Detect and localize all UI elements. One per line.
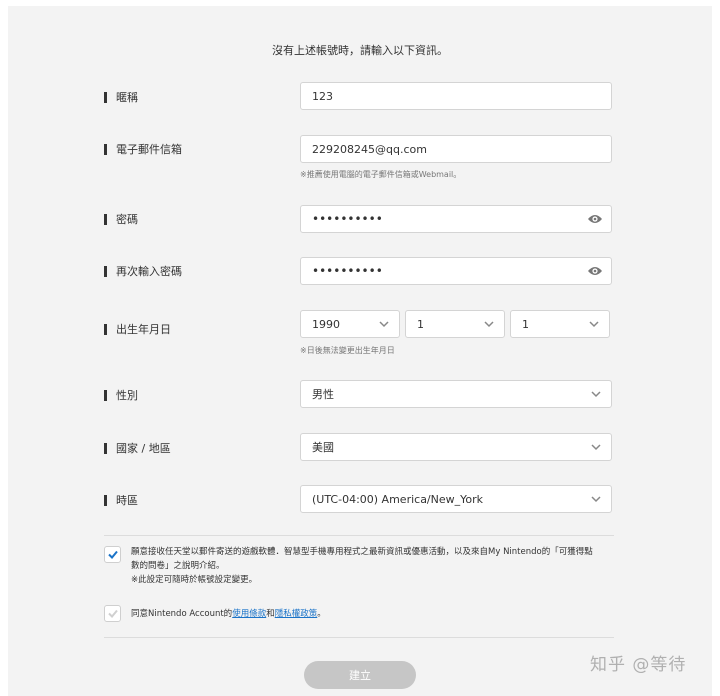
timezone-label-text: 時區 (116, 494, 138, 507)
terms-suffix: 。 (317, 609, 326, 619)
password-confirm-label: 再次輸入密碼 (104, 264, 182, 278)
birth-day-value: 1 (522, 317, 529, 331)
nickname-label-text: 暱稱 (116, 91, 138, 104)
label-bar (104, 265, 107, 277)
terms-prefix: 同意Nintendo Account的 (131, 609, 233, 619)
birthday-label: 出生年月日 (104, 322, 171, 336)
intro-text: 沒有上述帳號時，請輸入以下資訊。 (272, 44, 448, 57)
privacy-policy-link[interactable]: 隱私權政策 (275, 609, 318, 619)
password-input[interactable]: •••••••••• (300, 205, 612, 233)
password-confirm-value: •••••••••• (312, 264, 383, 278)
chevron-down-icon (379, 321, 389, 328)
checkmark-icon (108, 609, 118, 618)
nickname-input[interactable]: 123 (300, 82, 612, 110)
nickname-value: 123 (312, 89, 333, 103)
email-hint: ※推薦使用電腦的電子郵件信箱或Webmail。 (300, 170, 462, 179)
country-value: 美國 (312, 441, 334, 454)
newsletter-checkbox[interactable] (104, 546, 121, 563)
terms-consent-text: 同意Nintendo Account的使用條款和隱私權政策。 (131, 607, 616, 621)
divider (104, 637, 614, 638)
email-value: 229208245@qq.com (312, 142, 427, 156)
birth-month-select[interactable]: 1 (405, 310, 505, 338)
create-button[interactable]: 建立 (304, 661, 416, 689)
password-label-text: 密碼 (116, 213, 138, 226)
checkmark-icon (108, 550, 118, 559)
newsletter-note: ※此設定可隨時於帳號設定變更。 (131, 575, 258, 585)
birth-month-value: 1 (417, 317, 424, 331)
eye-icon[interactable] (587, 265, 603, 277)
newsletter-line1: 願意接收任天堂以郵件寄送的遊戲軟體．智慧型手機專用程式之最新資訊或優惠活動，以及… (131, 547, 593, 557)
timezone-value: (UTC-04:00) America/New_York (312, 492, 484, 506)
country-label-text: 國家 / 地區 (116, 442, 171, 455)
label-bar (104, 91, 107, 103)
divider (104, 535, 614, 536)
chevron-down-icon (484, 321, 494, 328)
label-bar (104, 494, 107, 506)
newsletter-line2: 數的問卷」之說明介紹。 (131, 561, 225, 571)
password-value: •••••••••• (312, 212, 383, 226)
terms-mid: 和 (266, 609, 275, 619)
birthday-hint: ※日後無法變更出生年月日 (300, 346, 395, 355)
country-label: 國家 / 地區 (104, 441, 171, 455)
label-bar (104, 213, 107, 225)
password-confirm-label-text: 再次輸入密碼 (116, 265, 182, 278)
country-select[interactable]: 美國 (300, 433, 612, 461)
timezone-label: 時區 (104, 493, 138, 507)
chevron-down-icon (591, 391, 601, 398)
birth-year-select[interactable]: 1990 (300, 310, 400, 338)
email-input[interactable]: 229208245@qq.com (300, 135, 612, 163)
label-bar (104, 143, 107, 155)
chevron-down-icon (591, 496, 601, 503)
label-bar (104, 389, 107, 401)
chevron-down-icon (589, 321, 599, 328)
birthday-label-text: 出生年月日 (116, 323, 171, 336)
birth-day-select[interactable]: 1 (510, 310, 610, 338)
eye-icon[interactable] (587, 213, 603, 225)
chevron-down-icon (591, 444, 601, 451)
gender-label-text: 性別 (116, 389, 138, 402)
password-confirm-input[interactable]: •••••••••• (300, 257, 612, 285)
gender-select[interactable]: 男性 (300, 380, 612, 408)
nickname-label: 暱稱 (104, 90, 138, 104)
watermark: 知乎 @等待 (590, 655, 687, 675)
email-label-text: 電子郵件信箱 (116, 143, 182, 156)
newsletter-consent-text: 願意接收任天堂以郵件寄送的遊戲軟體．智慧型手機專用程式之最新資訊或優惠活動，以及… (131, 545, 616, 587)
terms-checkbox[interactable] (104, 605, 121, 622)
label-bar (104, 442, 107, 454)
gender-value: 男性 (312, 388, 334, 401)
label-bar (104, 323, 107, 335)
password-label: 密碼 (104, 212, 138, 226)
timezone-select[interactable]: (UTC-04:00) America/New_York (300, 485, 612, 513)
birth-year-value: 1990 (312, 317, 340, 331)
email-label: 電子郵件信箱 (104, 142, 182, 156)
gender-label: 性別 (104, 388, 138, 402)
terms-of-use-link[interactable]: 使用條款 (232, 609, 266, 619)
